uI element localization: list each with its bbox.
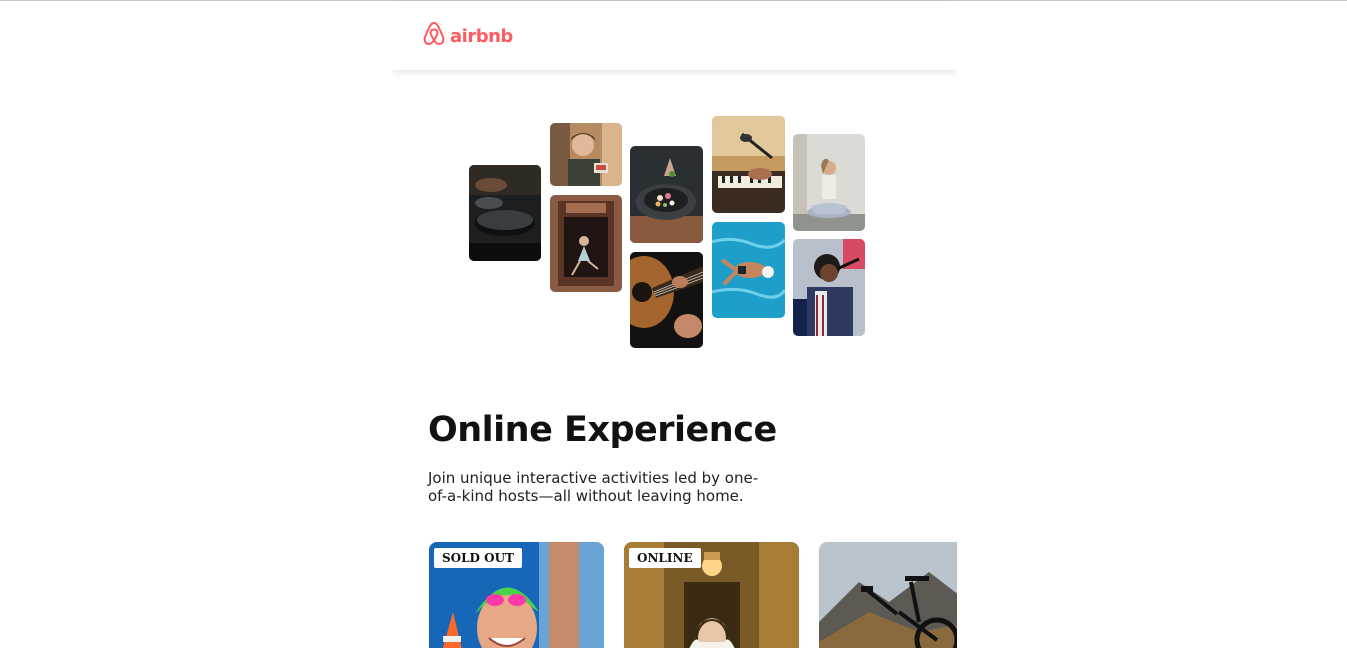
dancer-doorway-photo (550, 195, 622, 292)
microphone-keyboard-photo (712, 116, 785, 213)
swimmer-photo (712, 222, 785, 318)
food-bowl-photo (630, 146, 703, 243)
mountain-bike-photo (819, 542, 957, 648)
hero-photo-grid (392, 0, 957, 360)
app-container: airbnb Online Experience Join unique int… (392, 0, 957, 648)
experience-card[interactable]: ONLINE (624, 542, 799, 648)
status-badge: ONLINE (629, 548, 701, 568)
experience-card[interactable]: SOLD OUT (429, 542, 604, 648)
chef-woman-photo (550, 123, 622, 186)
status-badge: SOLD OUT (434, 548, 522, 568)
cooking-pans-photo (469, 165, 541, 261)
experience-card[interactable] (819, 542, 957, 648)
page-subtitle: Join unique interactive activities led b… (428, 469, 759, 505)
guitar-photo (630, 252, 703, 348)
yoga-photo (793, 134, 865, 231)
page-title: Online Experience (428, 410, 777, 450)
singer-photo (793, 239, 865, 336)
